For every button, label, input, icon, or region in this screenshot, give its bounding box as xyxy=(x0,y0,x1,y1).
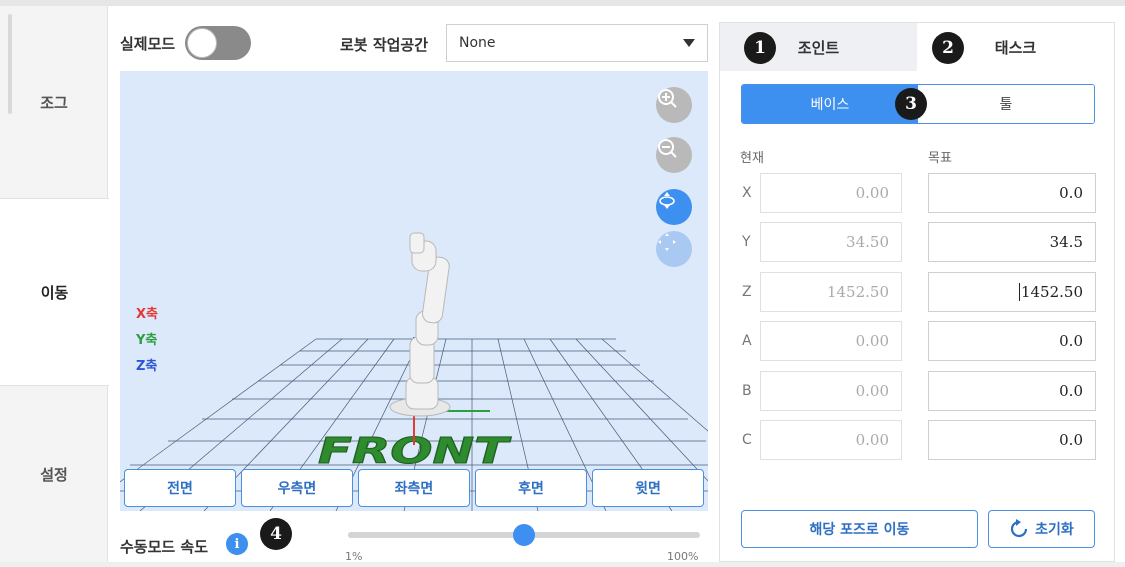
callout-marker-1: 1 xyxy=(744,32,776,64)
scene-svg: FRONT xyxy=(120,232,708,511)
real-mode-control: 실제모드 xyxy=(120,26,252,60)
current-column-header: 현재 xyxy=(740,151,764,166)
front-view-button[interactable]: 전면 xyxy=(124,469,236,507)
chevron-down-icon xyxy=(683,39,695,47)
left-view-button[interactable]: 좌측면 xyxy=(358,469,470,507)
speed-slider[interactable] xyxy=(348,524,700,546)
reset-button[interactable]: 초기화 xyxy=(988,510,1095,548)
callout-marker-2: 2 xyxy=(932,32,964,64)
target-z-input[interactable]: 1452.50 xyxy=(928,272,1096,312)
top-view-button[interactable]: 윗면 xyxy=(592,469,704,507)
move-to-pose-button[interactable]: 해당 포즈로 이동 xyxy=(741,510,978,548)
tab-label: 조인트 xyxy=(797,38,840,57)
target-x-input[interactable]: 0.0 xyxy=(928,173,1096,213)
real-mode-toggle[interactable] xyxy=(185,26,252,60)
axis-label-a: A xyxy=(742,333,752,349)
current-c-value: 0.00 xyxy=(760,420,902,460)
manual-speed-label: 수동모드 속도 xyxy=(120,538,209,556)
callout-marker-4: 4 xyxy=(260,518,292,550)
axis-label-c: C xyxy=(742,432,752,448)
current-x-value: 0.00 xyxy=(760,173,902,213)
zoom-in-icon[interactable] xyxy=(656,87,692,123)
target-a-input[interactable]: 0.0 xyxy=(928,321,1096,361)
nav-item-settings[interactable]: 설정 xyxy=(0,386,108,562)
nav-item-jog[interactable]: 조그 xyxy=(0,6,108,198)
target-y-input[interactable]: 34.5 xyxy=(928,222,1096,262)
nav-item-label: 설정 xyxy=(40,465,68,484)
zoom-out-icon[interactable] xyxy=(656,137,692,173)
right-view-button[interactable]: 우측면 xyxy=(241,469,353,507)
current-y-value: 34.50 xyxy=(760,222,902,262)
axis-label-y: Y xyxy=(742,234,751,250)
current-a-value: 0.00 xyxy=(760,321,902,361)
robot-arm-model xyxy=(389,232,451,417)
target-b-input[interactable]: 0.0 xyxy=(928,371,1096,411)
text-cursor xyxy=(1018,283,1020,301)
top-divider xyxy=(0,0,1125,6)
pan-view-icon[interactable] xyxy=(656,231,692,267)
side-navigation: 조그 이동 설정 xyxy=(0,6,109,562)
workspace-select-value: None xyxy=(459,35,496,51)
speed-slider-handle[interactable] xyxy=(513,524,535,546)
axis-label-b: B xyxy=(742,383,752,399)
frame-base-button[interactable]: 베이스 xyxy=(742,85,918,123)
z-axis-legend: Z축 xyxy=(136,359,158,374)
robot-3d-viewport[interactable]: FRONT X축 Y축 Z축 전면 우측면 좌측면 후면 윗면 xyxy=(120,71,708,511)
y-axis-legend: Y축 xyxy=(136,333,158,348)
axis-label-z: Z xyxy=(742,284,752,300)
callout-marker-3: 3 xyxy=(895,88,927,120)
rotate-view-icon[interactable] xyxy=(656,189,692,225)
refresh-icon xyxy=(1011,519,1028,538)
robot-move-screen: 조그 이동 설정 실제모드 로봇 작업공간 None FRONT X축 Y축 Z… xyxy=(0,0,1125,567)
joint-task-tabs: 조인트 태스크 xyxy=(720,23,1114,71)
target-c-input[interactable]: 0.0 xyxy=(928,420,1096,460)
x-axis-legend: X축 xyxy=(136,307,158,322)
real-mode-label: 실제모드 xyxy=(120,34,176,53)
nav-item-move[interactable]: 이동 xyxy=(0,198,109,386)
workspace-select[interactable]: None xyxy=(446,24,708,62)
nav-item-label: 조그 xyxy=(40,93,68,112)
bottom-divider xyxy=(0,562,1125,567)
nav-item-label: 이동 xyxy=(40,283,69,302)
target-z-text: 1452.50 xyxy=(1020,283,1083,301)
current-z-value: 1452.50 xyxy=(760,272,902,312)
speed-slider-fill xyxy=(348,532,524,538)
toggle-knob xyxy=(187,28,218,58)
reset-button-label: 초기화 xyxy=(1035,522,1074,538)
current-b-value: 0.00 xyxy=(760,371,902,411)
back-view-button[interactable]: 후면 xyxy=(475,469,587,507)
info-icon[interactable]: i xyxy=(226,533,248,555)
frame-tool-button[interactable]: 툴 xyxy=(918,85,1094,123)
target-column-header: 목표 xyxy=(928,151,952,166)
view-button-bar: 전면 우측면 좌측면 후면 윗면 xyxy=(124,469,704,507)
tab-label: 태스크 xyxy=(994,38,1037,57)
workspace-label: 로봇 작업공간 xyxy=(340,36,429,54)
axis-label-x: X xyxy=(742,185,752,201)
